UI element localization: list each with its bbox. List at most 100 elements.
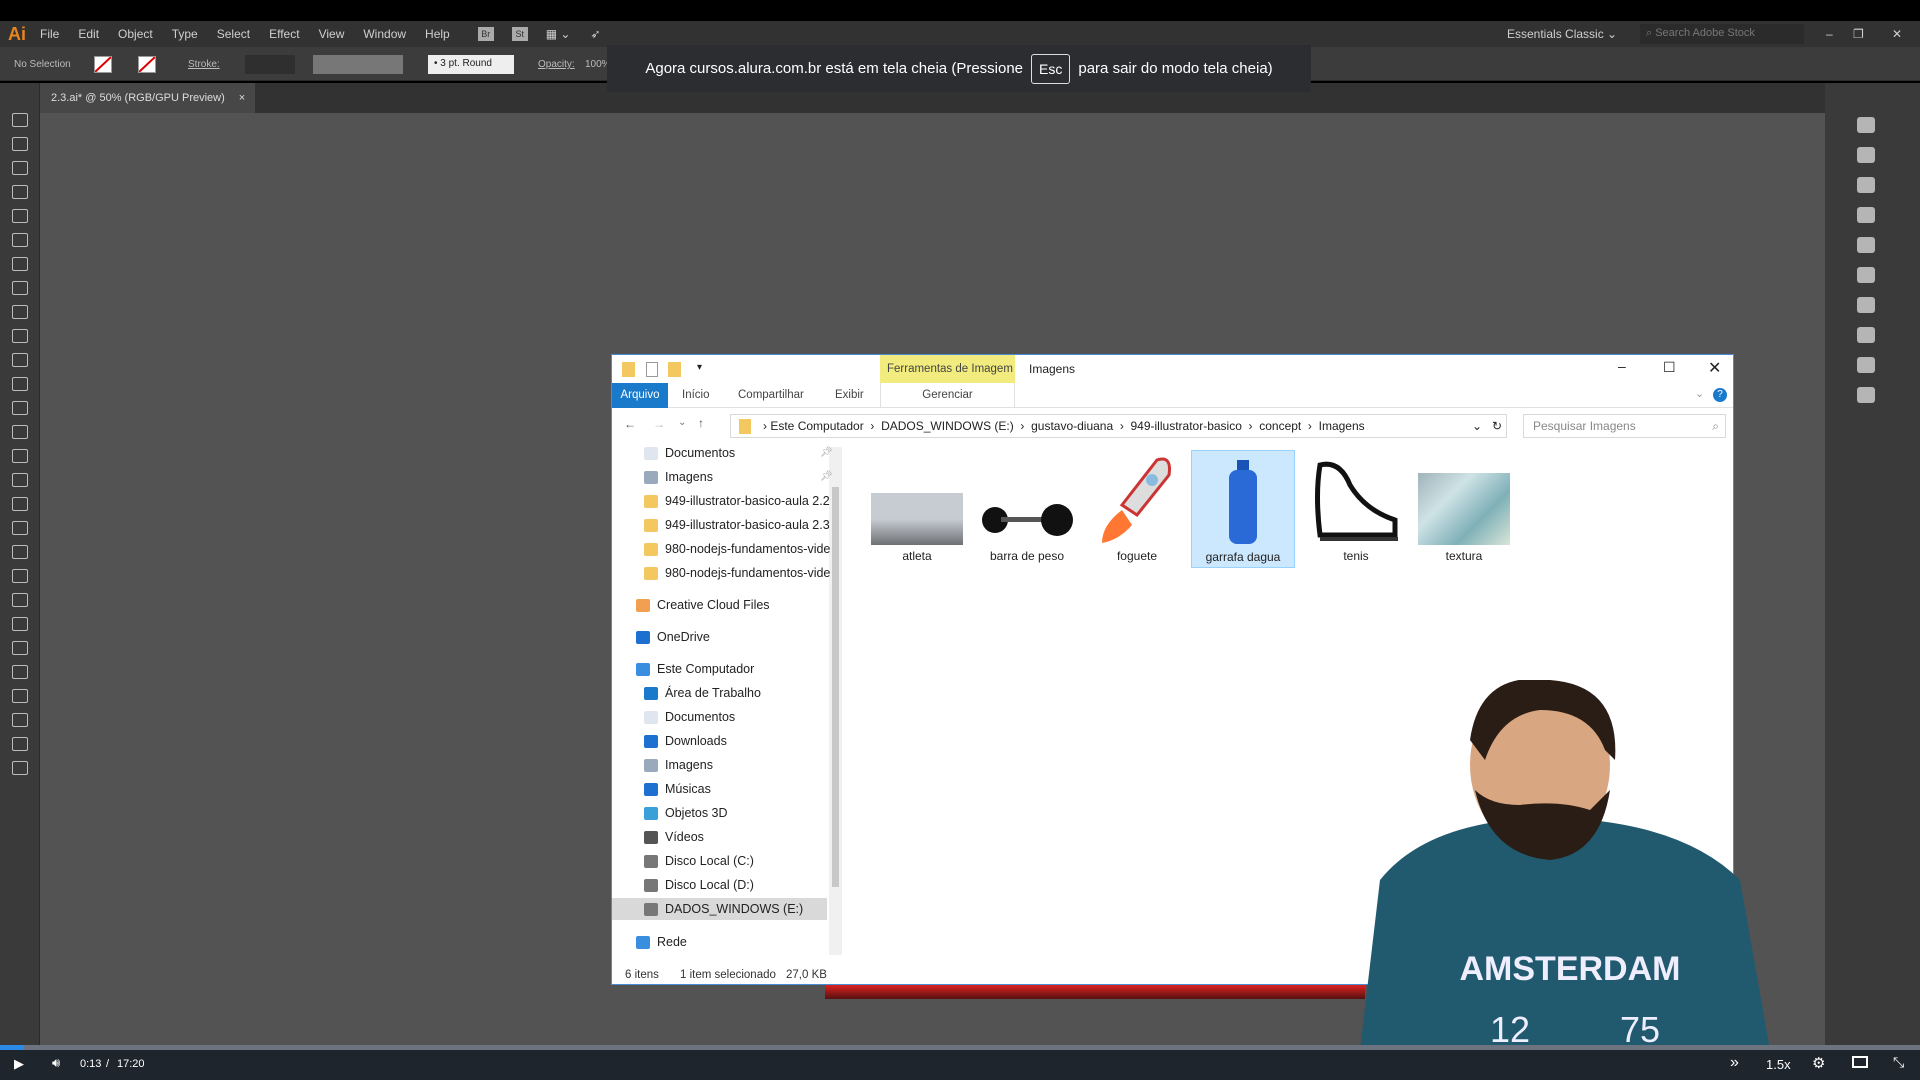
- file-item[interactable]: garrafa dagua: [1191, 450, 1295, 568]
- rotate-tool-icon[interactable]: [11, 401, 28, 415]
- stock-search[interactable]: ⌕ Search Adobe Stock: [1640, 24, 1804, 44]
- nav-scrollbar-thumb[interactable]: [832, 487, 839, 887]
- gradient-tool-icon[interactable]: [11, 569, 28, 583]
- menu-type[interactable]: Type: [172, 27, 198, 41]
- address-dropdown-icon[interactable]: ⌄: [1472, 415, 1482, 437]
- transparency-panel-icon[interactable]: [1857, 327, 1875, 343]
- file-item[interactable]: atleta: [865, 450, 969, 568]
- nav-item[interactable]: 949-illustrator-basico-aula 2.2: [644, 490, 830, 512]
- refresh-icon[interactable]: ↻: [1492, 415, 1502, 437]
- tab-inicio[interactable]: Início: [682, 383, 710, 408]
- breadcrumb-item[interactable]: concept: [1259, 419, 1301, 433]
- arrange-documents-icon[interactable]: ▦ ⌄: [546, 27, 571, 41]
- nav-item[interactable]: 980-nodejs-fundamentos-vide: [644, 562, 830, 584]
- fill-swatch[interactable]: [94, 56, 112, 73]
- nav-item[interactable]: OneDrive: [636, 626, 710, 648]
- forward-button[interactable]: →: [653, 417, 665, 431]
- up-button[interactable]: ↑: [698, 416, 704, 430]
- play-button[interactable]: ▶: [14, 1056, 24, 1072]
- pen-tool-icon[interactable]: [11, 209, 28, 223]
- maximize-button[interactable]: ☐: [1663, 359, 1676, 376]
- menu-effect[interactable]: Effect: [269, 27, 299, 41]
- close-tab-icon[interactable]: ×: [239, 92, 245, 104]
- zoom-tool-icon[interactable]: [11, 761, 28, 775]
- breadcrumb-item[interactable]: Imagens: [1319, 419, 1365, 433]
- puppet-warp-icon[interactable]: [11, 473, 28, 487]
- nav-item[interactable]: 980-nodejs-fundamentos-vide: [644, 538, 830, 560]
- menu-window[interactable]: Window: [363, 27, 406, 41]
- selection-tool-icon[interactable]: [11, 113, 28, 127]
- brushes-icon[interactable]: [1857, 207, 1875, 223]
- minimize-button[interactable]: –: [1826, 27, 1833, 41]
- symbols-icon[interactable]: [1857, 237, 1875, 253]
- magic-wand-icon[interactable]: [11, 161, 28, 175]
- ellipse-tool-icon[interactable]: [11, 305, 28, 319]
- recent-locations-icon[interactable]: ⌄: [678, 417, 686, 428]
- help-icon[interactable]: ?: [1713, 388, 1727, 402]
- video-progress-bar[interactable]: [0, 1045, 1920, 1050]
- paintbrush-icon[interactable]: [11, 329, 28, 343]
- menu-view[interactable]: View: [319, 27, 345, 41]
- breadcrumb-item[interactable]: 949-illustrator-basico: [1131, 419, 1242, 433]
- quick-access-dropdown-icon[interactable]: ▾: [697, 362, 702, 373]
- skip-forward-icon[interactable]: »: [1730, 1054, 1739, 1072]
- nav-item[interactable]: Documentos: [644, 706, 735, 728]
- breadcrumb-item[interactable]: gustavo-diuana: [1031, 419, 1113, 433]
- breadcrumb-item[interactable]: DADOS_WINDOWS (E:): [881, 419, 1014, 433]
- libraries-icon[interactable]: [1857, 177, 1875, 193]
- nav-item[interactable]: 949-illustrator-basico-aula 2.3: [644, 514, 830, 536]
- menu-select[interactable]: Select: [217, 27, 250, 41]
- blend-tool-icon[interactable]: [11, 617, 28, 631]
- stroke-weight-field[interactable]: [245, 55, 295, 74]
- curvature-tool-icon[interactable]: [11, 233, 28, 247]
- restore-button[interactable]: ❐: [1853, 27, 1864, 41]
- back-button[interactable]: ←: [624, 417, 636, 431]
- color-guide-icon[interactable]: [1857, 147, 1875, 163]
- settings-icon[interactable]: ⚙: [1812, 1054, 1825, 1072]
- tab-gerenciar[interactable]: Gerenciar: [880, 383, 1015, 408]
- menu-help[interactable]: Help: [425, 27, 450, 41]
- document-tab[interactable]: 2.3.ai* @ 50% (RGB/GPU Preview) ×: [40, 83, 255, 113]
- nav-item[interactable]: Creative Cloud Files: [636, 594, 770, 616]
- nav-item[interactable]: Imagens: [644, 754, 713, 776]
- shape-builder-icon[interactable]: [11, 497, 28, 511]
- layers-panel-icon[interactable]: [1857, 387, 1875, 403]
- tab-arquivo[interactable]: Arquivo: [612, 383, 668, 408]
- search-input[interactable]: Pesquisar Imagens ⌕: [1523, 414, 1726, 438]
- feather-icon[interactable]: ➶: [590, 27, 600, 41]
- eyedropper-icon[interactable]: [11, 593, 28, 607]
- graph-tool-icon[interactable]: [11, 665, 28, 679]
- close-button[interactable]: ✕: [1892, 27, 1902, 41]
- expand-ribbon-icon[interactable]: ⌄: [1695, 387, 1704, 400]
- nav-item[interactable]: DADOS_WINDOWS (E:): [612, 898, 827, 920]
- nav-item[interactable]: Rede: [636, 931, 687, 953]
- bridge-icon[interactable]: Br: [477, 27, 494, 41]
- gradient-panel-icon[interactable]: [1857, 297, 1875, 313]
- direct-selection-tool-icon[interactable]: [11, 137, 28, 151]
- address-bar[interactable]: › Este Computador › DADOS_WINDOWS (E:) ›…: [730, 414, 1507, 438]
- color-panel-icon[interactable]: [1857, 117, 1875, 133]
- properties-icon[interactable]: [646, 362, 658, 377]
- lasso-icon[interactable]: [11, 185, 28, 199]
- tab-exibir[interactable]: Exibir: [835, 383, 864, 408]
- nav-item[interactable]: Músicas: [644, 778, 711, 800]
- nav-item[interactable]: Disco Local (D:): [644, 874, 754, 896]
- stock-icon[interactable]: St: [511, 27, 528, 41]
- volume-icon[interactable]: 🔊︎: [52, 1055, 60, 1071]
- blob-brush-icon[interactable]: [11, 353, 28, 367]
- nav-item[interactable]: Objetos 3D: [644, 802, 728, 824]
- file-item[interactable]: tenis: [1304, 450, 1408, 568]
- line-tool-icon[interactable]: [11, 281, 28, 295]
- opacity-label[interactable]: Opacity:: [538, 59, 575, 70]
- menu-file[interactable]: File: [40, 27, 59, 41]
- stroke-panel-icon[interactable]: [1857, 267, 1875, 283]
- nav-item[interactable]: Área de Trabalho: [644, 682, 761, 704]
- tab-compartilhar[interactable]: Compartilhar: [738, 383, 804, 408]
- nav-item[interactable]: Disco Local (C:): [644, 850, 754, 872]
- close-button[interactable]: ✕: [1708, 358, 1721, 378]
- nav-item[interactable]: Downloads: [644, 730, 727, 752]
- type-tool-icon[interactable]: [11, 257, 28, 271]
- mesh-tool-icon[interactable]: [11, 545, 28, 559]
- file-item[interactable]: textura: [1412, 450, 1516, 568]
- menu-edit[interactable]: Edit: [78, 27, 99, 41]
